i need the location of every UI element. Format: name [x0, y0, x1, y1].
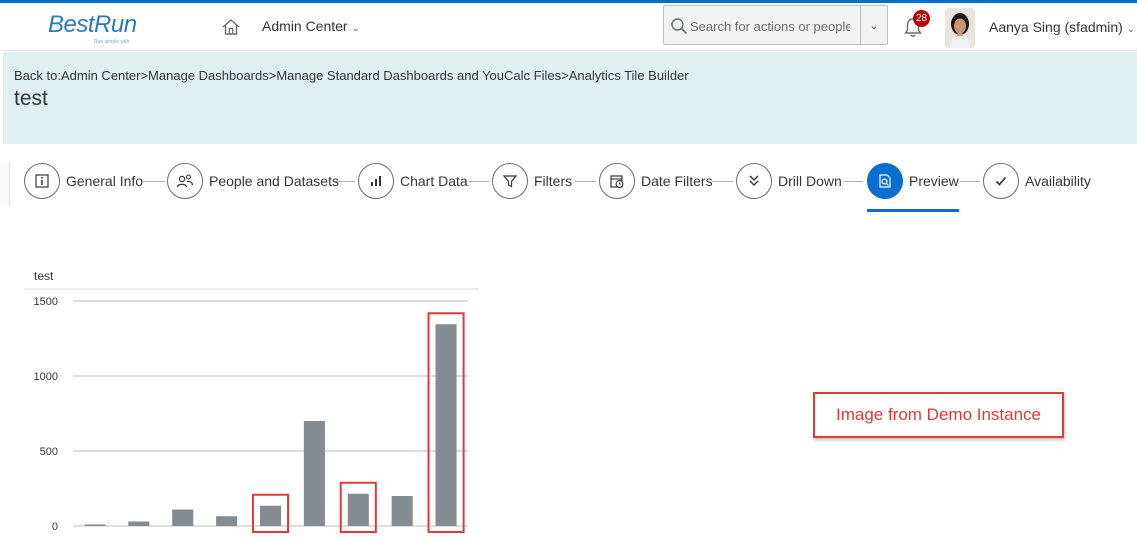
- breadcrumb-link-admin-center[interactable]: Admin Center: [61, 68, 140, 83]
- bar-chart-icon: [358, 163, 394, 199]
- document-search-icon: [867, 163, 903, 199]
- wizard-step-label: People and Datasets: [209, 173, 339, 189]
- breadcrumb-current-page: Analytics Tile Builder: [568, 68, 689, 83]
- wizard-step-label: Preview: [909, 173, 959, 189]
- user-menu[interactable]: Aanya Sing (sfadmin) ⌄: [989, 19, 1135, 35]
- wizard-step-people-and-datasets[interactable]: People and Datasets: [167, 163, 339, 199]
- y-tick-label: 1500: [34, 296, 58, 308]
- active-step-indicator: [867, 209, 959, 212]
- chart-bar: [303, 421, 325, 526]
- chevron-down-icon: ⌄: [869, 19, 879, 32]
- admin-center-label: Admin Center: [262, 18, 348, 34]
- search-field[interactable]: ⌄: [663, 5, 888, 45]
- y-tick-label: 500: [40, 446, 58, 458]
- search-icon: [671, 18, 688, 35]
- double-chevron-down-icon: [736, 163, 772, 199]
- wizard-step-filters[interactable]: Filters: [492, 163, 572, 199]
- wizard-step-general-info[interactable]: General Info: [24, 163, 143, 199]
- chart-bar: [216, 516, 238, 526]
- company-logo[interactable]: BestRun Run simple with: [48, 9, 148, 49]
- wizard-step-label: Drill Down: [778, 173, 842, 189]
- chart-bar: [391, 496, 413, 526]
- user-avatar[interactable]: [945, 8, 975, 48]
- annotation-text: Image from Demo Instance: [835, 405, 1042, 424]
- notification-count-badge: 28: [913, 10, 931, 27]
- y-tick-label: 1000: [34, 371, 58, 383]
- logo-tagline: Run simple with: [94, 39, 130, 45]
- breadcrumb-back-label: Back to:: [14, 68, 61, 83]
- page-header: Back to:Admin Center>Manage Dashboards>M…: [3, 52, 1137, 144]
- breadcrumb-separator: >: [140, 68, 149, 83]
- annotation-callout: Image from Demo Instance: [813, 392, 1064, 438]
- chevron-down-icon: ⌄: [1126, 24, 1136, 35]
- wizard-step-label: Filters: [534, 173, 573, 189]
- wizard-step-label: Chart Data: [400, 173, 468, 189]
- wizard-step-label: General Info: [66, 173, 144, 189]
- collapse-handle[interactable]: [0, 162, 10, 206]
- chevron-down-icon: ⌄: [351, 23, 360, 34]
- step-connector: [843, 181, 863, 182]
- chart-bar: [128, 521, 150, 526]
- wizard-step-availability[interactable]: Availability: [983, 163, 1091, 199]
- logo-text: BestRun: [48, 11, 137, 38]
- search-input[interactable]: [690, 15, 850, 37]
- page-title: test: [14, 87, 48, 110]
- breadcrumb-separator: >: [561, 68, 569, 83]
- preview-chart: test 0 500 1000 1500: [24, 262, 484, 539]
- info-icon: [24, 163, 60, 199]
- chart-bar: [172, 509, 194, 526]
- chart-bar: [259, 505, 282, 526]
- wizard-step-chart-data[interactable]: Chart Data: [358, 163, 468, 199]
- wizard-step-label: Availability: [1025, 173, 1091, 189]
- shell-bar: BestRun Run simple with Admin Center⌄ ⌄ …: [0, 3, 1137, 51]
- search-scope-dropdown[interactable]: ⌄: [860, 6, 887, 44]
- people-icon: [167, 163, 203, 199]
- wizard-step-label: Date Filters: [641, 173, 713, 189]
- step-connector: [960, 181, 980, 182]
- chart-bar: [347, 493, 369, 526]
- chart-bar: [84, 524, 106, 526]
- wizard-step-drill-down[interactable]: Drill Down: [736, 163, 842, 199]
- calendar-clock-icon: [599, 163, 635, 199]
- home-icon[interactable]: [221, 17, 241, 37]
- step-connector: [143, 181, 165, 182]
- breadcrumb: Back to:Admin Center>Manage Dashboards>M…: [14, 68, 689, 83]
- breadcrumb-link-manage-standard-dashboards[interactable]: Manage Standard Dashboards and YouCalc F…: [276, 68, 561, 83]
- avatar-image: [945, 8, 975, 48]
- step-connector: [469, 181, 489, 182]
- wizard-step-date-filters[interactable]: Date Filters: [599, 163, 713, 199]
- chart-bar: [435, 324, 457, 526]
- chart-canvas: 0 500 1000 1500: [24, 288, 479, 533]
- breadcrumb-link-manage-dashboards[interactable]: Manage Dashboards: [148, 68, 269, 83]
- admin-center-menu[interactable]: Admin Center ⌄: [262, 18, 360, 34]
- checkmark-icon: [983, 163, 1019, 199]
- y-tick-label: 0: [52, 521, 58, 533]
- wizard-steps: General Info People and Datasets Chart D…: [0, 162, 1137, 212]
- step-connector: [575, 181, 596, 182]
- step-connector: [712, 181, 733, 182]
- filter-icon: [492, 163, 528, 199]
- wizard-step-preview[interactable]: Preview: [867, 163, 959, 199]
- user-name-label: Aanya Sing (sfadmin): [989, 19, 1123, 35]
